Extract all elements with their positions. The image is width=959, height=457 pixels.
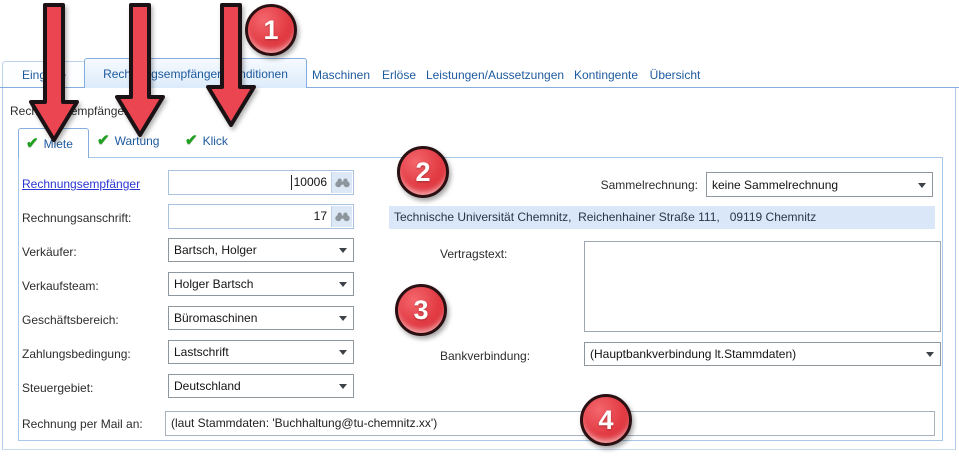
tab-label: Eingabe	[22, 68, 66, 82]
rechnungsempfaenger-input[interactable]: 10006	[168, 170, 354, 195]
tab-label: Leistungen/Aussetzungen	[426, 68, 564, 82]
tab-label: Maschinen	[312, 68, 370, 82]
sammelrechnung-select[interactable]: keine Sammelrechnung	[706, 172, 933, 197]
tab-eingabe[interactable]: Eingabe	[2, 61, 86, 87]
billing-address-text: Technische Universität Chemnitz, Reichen…	[389, 206, 935, 229]
geschaeftsbereich-label: Geschäftsbereich:	[22, 313, 119, 327]
subtab-miete[interactable]: ✔ Miete	[18, 128, 89, 158]
rechnung-mail-value: (laut Stammdaten: 'Buchhaltung@tu-chemni…	[171, 416, 437, 430]
chevron-down-icon	[926, 352, 934, 357]
chevron-down-icon	[339, 316, 347, 321]
green-check-icon: ✔	[185, 133, 198, 148]
sammelrechnung-label: Sammelrechnung:	[590, 178, 698, 192]
chevron-down-icon	[918, 183, 926, 188]
chevron-down-icon	[339, 248, 347, 253]
rechnung-mail-label: Rechnung per Mail an:	[22, 417, 143, 431]
text-cursor	[291, 175, 292, 190]
rechnungsanschrift-input[interactable]: 17	[168, 204, 354, 229]
verkaeufer-value: Bartsch, Holger	[174, 243, 257, 257]
chevron-down-icon	[339, 282, 347, 287]
steuergebiet-value: Deutschland	[174, 379, 241, 393]
rechnungsanschrift-value: 17	[314, 205, 327, 228]
rechnung-mail-input[interactable]: (laut Stammdaten: 'Buchhaltung@tu-chemni…	[165, 411, 935, 436]
vertragstext-textarea[interactable]	[584, 241, 941, 332]
verkaufsteam-label: Verkaufsteam:	[22, 279, 99, 293]
steuergebiet-select[interactable]: Deutschland	[168, 374, 354, 398]
geschaeftsbereich-select[interactable]: Büromaschinen	[168, 306, 354, 330]
tab-label: Erlöse	[382, 68, 416, 82]
zahlungsbedingung-select[interactable]: Lastschrift	[168, 340, 354, 364]
subtab-label: Klick	[203, 134, 228, 148]
subtab-klick[interactable]: ✔ Klick	[185, 133, 228, 148]
green-check-icon: ✔	[26, 136, 39, 151]
verkaeufer-select[interactable]: Bartsch, Holger	[168, 238, 354, 262]
tab-label: Rechnungsempfänger/Konditionen	[103, 67, 288, 81]
bankverbindung-label: Bankverbindung:	[440, 349, 530, 363]
sammelrechnung-value: keine Sammelrechnung	[712, 178, 838, 192]
rechnungsanschrift-label: Rechnungsanschrift:	[22, 211, 131, 225]
geschaeftsbereich-value: Büromaschinen	[174, 311, 257, 325]
chevron-down-icon	[339, 350, 347, 355]
rechnungsempfaenger-link[interactable]: Rechnungsempfänger	[22, 177, 140, 191]
subtab-wartung[interactable]: ✔ Wartung	[97, 133, 159, 148]
verkaeufer-label: Verkäufer:	[22, 245, 77, 259]
tab-erloese[interactable]: Erlöse	[376, 62, 422, 87]
subtab-label: Miete	[44, 137, 73, 151]
subtab-label: Wartung	[115, 134, 160, 148]
tab-rechnungsempfaenger-konditionen[interactable]: Rechnungsempfänger/Konditionen	[84, 58, 307, 88]
section-label: Rechnungsempfänger:	[10, 104, 131, 118]
tab-kontingente[interactable]: Kontingente	[570, 62, 642, 87]
zahlungsbedingung-value: Lastschrift	[174, 345, 229, 359]
binoculars-icon[interactable]	[331, 206, 352, 227]
tab-label: Übersicht	[650, 68, 701, 82]
binoculars-icon[interactable]	[331, 172, 352, 193]
tab-uebersicht[interactable]: Übersicht	[645, 62, 705, 87]
bankverbindung-value: (Hauptbankverbindung lt.Stammdaten)	[590, 347, 796, 361]
zahlungsbedingung-label: Zahlungsbedingung:	[22, 347, 131, 361]
tab-maschinen[interactable]: Maschinen	[306, 62, 376, 87]
invoice-recipient-page: Eingabe Rechnungsempfänger/Konditionen M…	[0, 0, 959, 457]
rechnungsempfaenger-value: 10006	[294, 171, 327, 194]
verkaufsteam-select[interactable]: Holger Bartsch	[168, 272, 354, 296]
step-badge-1: 1	[245, 4, 297, 56]
chevron-down-icon	[339, 384, 347, 389]
tab-label: Kontingente	[574, 68, 638, 82]
green-check-icon: ✔	[97, 133, 110, 148]
vertragstext-label: Vertragstext:	[440, 247, 507, 261]
verkaufsteam-value: Holger Bartsch	[174, 277, 253, 291]
steuergebiet-label: Steuergebiet:	[22, 381, 93, 395]
bankverbindung-select[interactable]: (Hauptbankverbindung lt.Stammdaten)	[584, 342, 941, 366]
tab-leistungen-aussetzungen[interactable]: Leistungen/Aussetzungen	[424, 62, 566, 87]
